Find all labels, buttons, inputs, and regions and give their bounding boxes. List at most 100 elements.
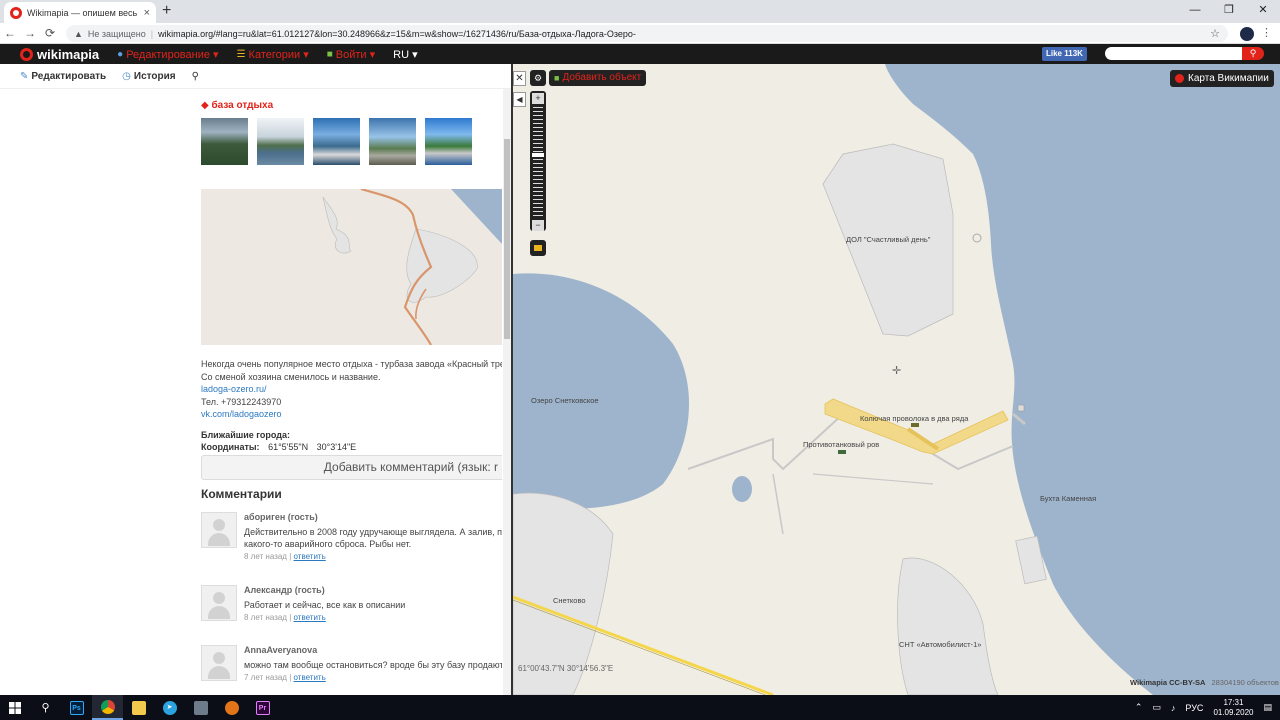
minimize-button[interactable]: — — [1178, 0, 1212, 23]
back-arrow-icon[interactable]: ← — [0, 26, 20, 40]
input-language[interactable]: РУС — [1185, 703, 1203, 713]
photo-thumbnail[interactable] — [425, 118, 472, 165]
collapse-panel-button[interactable]: ◀ — [513, 92, 526, 107]
reply-link[interactable]: ответить — [294, 552, 326, 561]
map-label-lake[interactable]: Озеро Снетковское — [531, 396, 599, 405]
map-label-wire[interactable]: Колючая проволока в два ряда — [860, 414, 968, 423]
taskbar-app[interactable] — [185, 695, 216, 720]
zoom-slider-handle[interactable] — [532, 153, 544, 157]
start-button[interactable] — [0, 695, 30, 720]
tab-close-icon[interactable]: × — [144, 7, 150, 19]
water-pond — [732, 476, 752, 502]
new-tab-button[interactable]: + — [162, 3, 171, 19]
zoom-out-button[interactable]: − — [532, 220, 544, 231]
notifications-icon[interactable]: ▤ — [1263, 702, 1272, 713]
scrollbar-thumb[interactable] — [504, 139, 510, 339]
place-minimap[interactable] — [201, 189, 502, 345]
comment-author[interactable]: AnnaAveryanova — [244, 645, 317, 655]
coordinates-lon[interactable]: 30°3'14"E — [317, 442, 357, 452]
avatar[interactable] — [201, 585, 237, 621]
browser-menu-icon[interactable]: ⋮ — [1261, 26, 1272, 39]
wikimapia-logo[interactable]: wikimapia — [20, 47, 99, 62]
taskbar-photoshop[interactable]: Ps — [61, 695, 92, 720]
volume-icon[interactable]: ♪ — [1171, 703, 1176, 713]
wikimapia-map-button[interactable]: Карта Викимапии — [1170, 70, 1274, 87]
url-text[interactable]: wikimapia.org/#lang=ru&lat=61.012127&lon… — [158, 29, 1205, 39]
search-input[interactable] — [1105, 47, 1242, 60]
menu-editing[interactable]: ● Редактирование ▾ — [117, 48, 218, 61]
taskbar-telegram[interactable]: ➤ — [154, 695, 185, 720]
ditch-icon — [838, 450, 846, 454]
taskbar-chrome[interactable] — [92, 695, 123, 720]
add-object-button[interactable]: ■ Добавить объект — [549, 70, 647, 86]
history-button[interactable]: ◷ История — [122, 71, 175, 82]
zoom-slider[interactable] — [532, 107, 544, 217]
close-window-button[interactable]: ✕ — [1246, 0, 1280, 23]
warning-triangle-icon[interactable]: ▲ — [74, 29, 83, 39]
license-text[interactable]: Wikimapia CC-BY-SA — [1130, 678, 1205, 687]
photo-thumbnail[interactable] — [257, 118, 304, 165]
avatar[interactable] — [201, 645, 237, 681]
reload-icon[interactable]: ⟳ — [40, 26, 60, 40]
comment-author[interactable]: Александр (гость) — [244, 585, 325, 595]
edit-button[interactable]: ✎ Редактировать — [20, 71, 106, 82]
add-object-icon: ■ — [554, 73, 560, 83]
map-graphics[interactable] — [513, 64, 1280, 695]
comment-time: 7 лет назад — [244, 673, 287, 682]
menu-categories[interactable]: ☰ Категории ▾ — [237, 48, 309, 61]
photo-thumbnail[interactable] — [369, 118, 416, 165]
reply-link[interactable]: ответить — [294, 613, 326, 622]
close-panel-button[interactable]: ✕ — [513, 71, 526, 86]
map-label-bay[interactable]: Бухта Каменная — [1040, 494, 1096, 503]
map-canvas[interactable]: ДОЛ "Счастливый день" Озеро Снетковское … — [513, 64, 1280, 695]
zoom-control[interactable]: + − — [530, 91, 546, 231]
restore-button[interactable]: ❐ — [1212, 0, 1246, 23]
comment-text: Действительно в 2008 году удручающе выгл… — [244, 526, 502, 550]
bookmark-star-icon[interactable]: ☆ — [1210, 27, 1220, 40]
search-button[interactable]: ⚲ — [1242, 47, 1264, 60]
category-link[interactable]: ◆ база отдыха — [201, 100, 273, 111]
coordinates-lat[interactable]: 61°5'55"N — [268, 442, 308, 452]
clock[interactable]: 17:31 01.09.2020 — [1213, 698, 1253, 718]
browser-tabstrip: Wikimapia — опишем весь мир! × + — ❐ ✕ — [0, 0, 1280, 23]
map-label-ditch[interactable]: Противотанковый ров — [803, 440, 879, 449]
menu-login[interactable]: ■ Войти ▾ — [327, 48, 375, 61]
description-line: Со сменой хозяина сменилось и название. — [201, 371, 381, 382]
taskbar-app[interactable] — [216, 695, 247, 720]
language-selector[interactable]: RU ▾ — [393, 48, 417, 61]
avatar[interactable] — [201, 512, 237, 548]
location-pin-button[interactable]: ⚲ — [192, 71, 199, 82]
taskbar-explorer[interactable] — [123, 695, 154, 720]
add-comment-button[interactable]: Добавить комментарий (язык: r — [201, 455, 502, 480]
map-settings-button[interactable]: ⚙ — [530, 70, 546, 86]
search-taskbar-button[interactable]: ⚲ — [30, 695, 61, 720]
app-icon — [193, 700, 208, 715]
wikimapia-logo-icon — [20, 47, 33, 61]
search-icon: ⚲ — [1249, 48, 1257, 58]
forward-arrow-icon[interactable]: → — [20, 26, 40, 40]
map-label-camp[interactable]: ДОЛ "Счастливый день" — [846, 235, 930, 244]
map-label-snt[interactable]: СНТ «Автомобилист-1» — [899, 640, 981, 649]
profile-avatar[interactable] — [1240, 27, 1254, 41]
logo-text: wikimapia — [37, 46, 100, 62]
browser-tab[interactable]: Wikimapia — опишем весь мир! × — [4, 2, 156, 23]
address-bar[interactable]: ▲ Не защищено | wikimapia.org/#lang=ru&l… — [66, 25, 1228, 42]
taskbar-premiere[interactable]: Pr — [247, 695, 278, 720]
reply-link[interactable]: ответить — [294, 673, 326, 682]
security-label[interactable]: Не защищено — [88, 29, 146, 39]
website-link[interactable]: ladoga-ozero.ru/ — [201, 383, 502, 396]
vk-link[interactable]: vk.com/ladogaozero — [201, 408, 502, 421]
panel-scrollbar[interactable] — [503, 89, 511, 695]
photo-thumbnail[interactable] — [313, 118, 360, 165]
category-label: база отдыха — [211, 100, 274, 111]
photo-thumbnail[interactable] — [201, 118, 248, 165]
search-icon: ⚲ — [41, 702, 50, 714]
zoom-in-button[interactable]: + — [532, 93, 544, 104]
facebook-like-button[interactable]: Like 113K — [1042, 47, 1087, 61]
pencil-icon: ✎ — [20, 70, 29, 82]
map-label-village[interactable]: Снетково — [553, 596, 586, 605]
map-layers-button[interactable] — [530, 240, 546, 256]
network-icon[interactable]: ▭ — [1152, 702, 1161, 713]
comment-author[interactable]: абориген (гость) — [244, 512, 318, 522]
tray-chevron-icon[interactable]: ⌃ — [1135, 702, 1143, 713]
